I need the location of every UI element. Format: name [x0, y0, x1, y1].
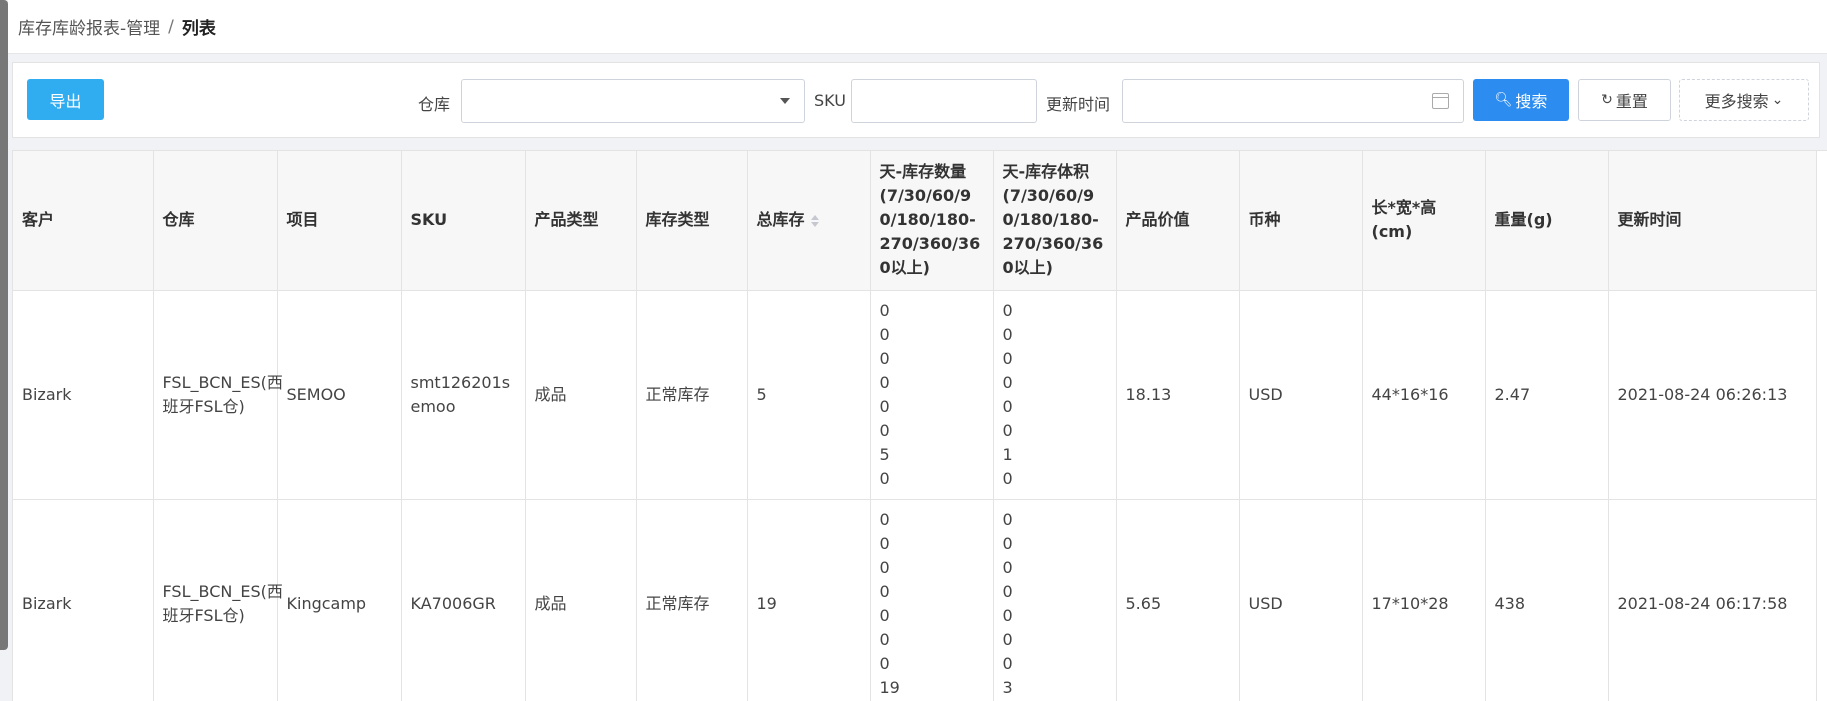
column-header: 更新时间 — [1608, 151, 1817, 291]
cell-weight: 438 — [1485, 499, 1609, 701]
cell-customer: Bizark — [13, 499, 154, 701]
cell-product-value: 18.13 — [1116, 290, 1240, 500]
cell-age-volume: 0 0 0 0 0 0 1 0 — [993, 290, 1117, 500]
calendar-icon — [1432, 93, 1449, 109]
chevron-down-icon: ⌄ — [1771, 92, 1784, 108]
column-header: 客户 — [13, 151, 154, 291]
breadcrumb-parent[interactable]: 库存库龄报表-管理 — [18, 14, 160, 39]
refresh-icon: ↻ — [1601, 92, 1613, 108]
cell-total-stock: 19 — [747, 499, 871, 701]
cell-project: Kingcamp — [277, 499, 402, 701]
warehouse-select[interactable] — [461, 79, 805, 123]
cell-currency: USD — [1239, 290, 1363, 500]
warehouse-label: 仓库 — [418, 95, 451, 114]
cell-total-stock: 5 — [747, 290, 871, 500]
column-header: 天-库存体积(7/30/60/90/180/180-270/360/360以上) — [993, 151, 1117, 291]
table-row[interactable]: Bizark FSL_BCN_ES(西班牙FSL仓) Kingcamp KA70… — [13, 499, 1817, 701]
search-button-label: 搜索 — [1515, 92, 1548, 111]
column-header: 长*宽*高(cm) — [1362, 151, 1486, 291]
sort-icon[interactable] — [810, 213, 821, 229]
table-header-row: 客户 仓库 项目 SKU 产品类型 库存类型 总库存 天-库存数量(7/30/6… — [13, 151, 1817, 291]
cell-age-quantity: 0 0 0 0 0 0 5 0 — [870, 290, 994, 500]
export-button[interactable]: 导出 — [27, 79, 104, 120]
cell-product-value: 5.65 — [1116, 499, 1240, 701]
cell-age-volume: 0 0 0 0 0 0 0 3 — [993, 499, 1117, 701]
column-header: 仓库 — [153, 151, 278, 291]
update-time-label: 更新时间 — [1046, 95, 1111, 114]
chevron-down-icon — [780, 98, 790, 104]
filter-toolbar: 导出 仓库 SKU 更新时间 🔍︎ 搜索 ↻ 重置 更多搜索 ⌄ — [12, 62, 1820, 138]
column-header-label: 总库存 — [756, 210, 805, 230]
cell-customer: Bizark — [13, 290, 154, 500]
breadcrumb: 库存库龄报表-管理 / 列表 — [8, 0, 1827, 54]
column-header: 天-库存数量(7/30/60/90/180/180-270/360/360以上) — [870, 151, 994, 291]
cell-updated-at: 2021-08-24 06:17:58 — [1608, 499, 1817, 701]
cell-dimensions: 44*16*16 — [1362, 290, 1486, 500]
reset-button[interactable]: ↻ 重置 — [1578, 79, 1671, 121]
reset-button-label: 重置 — [1615, 92, 1648, 111]
breadcrumb-separator: / — [168, 16, 174, 37]
cell-product-type: 成品 — [525, 499, 637, 701]
cell-dimensions: 17*10*28 — [1362, 499, 1486, 701]
column-header: 产品类型 — [525, 151, 637, 291]
inventory-age-table: 客户 仓库 项目 SKU 产品类型 库存类型 总库存 天-库存数量(7/30/6… — [13, 151, 1817, 701]
column-header: 币种 — [1239, 151, 1363, 291]
column-header: 库存类型 — [636, 151, 748, 291]
column-header-sortable[interactable]: 总库存 — [747, 151, 871, 291]
cell-currency: USD — [1239, 499, 1363, 701]
update-time-picker[interactable] — [1122, 79, 1464, 123]
cell-age-quantity: 0 0 0 0 0 0 0 19 — [870, 499, 994, 701]
sku-label: SKU — [814, 91, 846, 110]
left-scroll-edge — [0, 0, 8, 650]
cell-sku: smt126201semoo — [401, 290, 526, 500]
cell-stock-type: 正常库存 — [636, 290, 748, 500]
cell-weight: 2.47 — [1485, 290, 1609, 500]
column-header: SKU — [401, 151, 526, 291]
cell-warehouse: FSL_BCN_ES(西班牙FSL仓) — [153, 290, 283, 500]
column-header: 项目 — [277, 151, 402, 291]
cell-product-type: 成品 — [525, 290, 637, 500]
more-search-label: 更多搜索 — [1704, 92, 1769, 111]
cell-sku: KA7006GR — [401, 499, 526, 701]
inventory-table-container: 客户 仓库 项目 SKU 产品类型 库存类型 总库存 天-库存数量(7/30/6… — [12, 150, 1827, 701]
cell-stock-type: 正常库存 — [636, 499, 748, 701]
sku-input[interactable] — [851, 79, 1037, 123]
breadcrumb-current: 列表 — [181, 19, 216, 39]
column-header: 产品价值 — [1116, 151, 1240, 291]
search-button[interactable]: 🔍︎ 搜索 — [1473, 79, 1569, 121]
more-search-button[interactable]: 更多搜索 ⌄ — [1679, 79, 1809, 121]
search-icon: 🔍︎ — [1494, 92, 1513, 108]
cell-project: SEMOO — [277, 290, 402, 500]
cell-warehouse: FSL_BCN_ES(西班牙FSL仓) — [153, 499, 283, 701]
table-row[interactable]: Bizark FSL_BCN_ES(西班牙FSL仓) SEMOO smt1262… — [13, 290, 1817, 500]
cell-updated-at: 2021-08-24 06:26:13 — [1608, 290, 1817, 500]
column-header: 重量(g) — [1485, 151, 1609, 291]
